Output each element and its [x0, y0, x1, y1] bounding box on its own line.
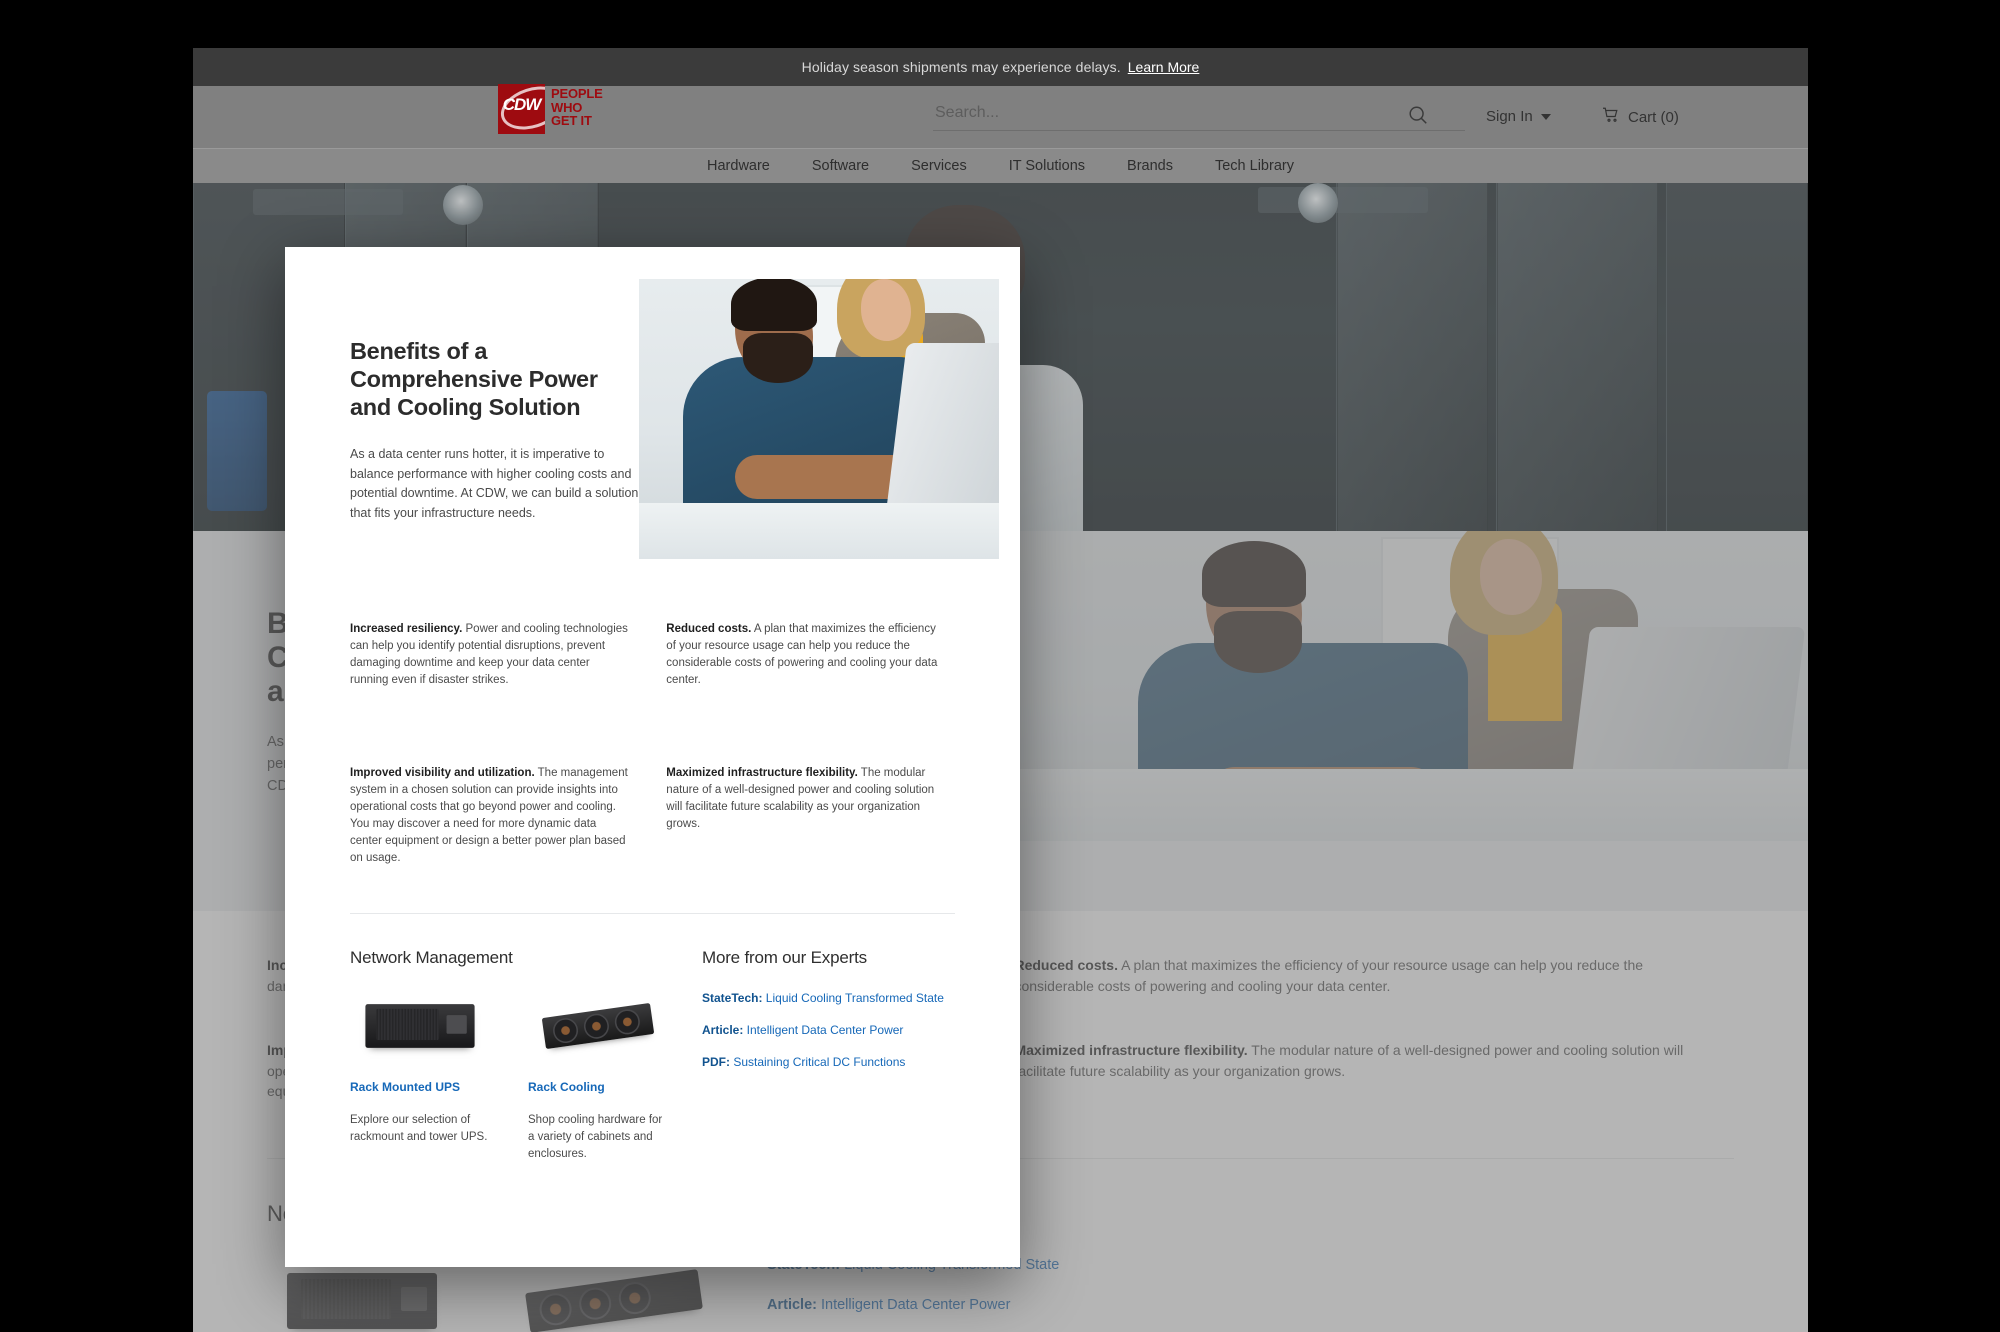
- expert-link-article[interactable]: Article: Intelligent Data Center Power: [767, 1295, 1097, 1315]
- expert-link-label: Liquid Cooling Transformed State: [762, 991, 944, 1005]
- expert-link-prefix: Article:: [702, 1023, 744, 1037]
- modal-experts-section: More from our Experts StateTech: Liquid …: [702, 948, 952, 1163]
- benefit-title: Improved visibility and utilization.: [350, 767, 535, 779]
- primary-navigation: Hardware Software Services IT Solutions …: [193, 148, 1808, 183]
- announcement-bar: Holiday season shipments may experience …: [193, 48, 1808, 86]
- modal-heading-line-3: and Cooling Solution: [350, 394, 581, 420]
- logo-tagline-line-1: PEOPLE: [551, 86, 603, 101]
- article-preview-modal: Benefits of a Comprehensive Power and Co…: [285, 247, 1020, 1267]
- rack-cooling-image: [528, 990, 668, 1062]
- expert-link-prefix: StateTech:: [702, 991, 763, 1005]
- benefit-title: Reduced costs.: [666, 623, 752, 635]
- article-hero-photo: [1018, 531, 1808, 841]
- announcement-learn-more-link[interactable]: Learn More: [1128, 59, 1200, 75]
- expert-link-pdf[interactable]: PDF: Sustaining Critical DC Functions: [702, 1054, 952, 1070]
- benefit-body: The management system in a chosen soluti…: [350, 767, 628, 864]
- benefit-title: Reduced costs.: [1014, 957, 1118, 973]
- modal-hero-photo: [639, 279, 999, 559]
- nav-item-hardware[interactable]: Hardware: [707, 158, 770, 174]
- modal-heading-line-2: Comprehensive Power: [350, 366, 598, 392]
- benefit-title: Maximized infrastructure flexibility.: [1014, 1042, 1248, 1058]
- modal-intro: As a data center runs hotter, it is impe…: [350, 447, 639, 520]
- modal-hero-text: Benefits of a Comprehensive Power and Co…: [350, 337, 650, 523]
- modal-content: Benefits of a Comprehensive Power and Co…: [306, 269, 999, 1246]
- modal-network-management-heading: Network Management: [350, 948, 513, 967]
- cart-button[interactable]: Cart (0): [1601, 106, 1679, 128]
- logo-tagline-line-3: GET IT: [551, 113, 592, 128]
- modal-benefits-row-2: Improved visibility and utilization. The…: [350, 765, 955, 867]
- expert-link-prefix: Article:: [767, 1296, 817, 1313]
- logo-tagline-line-2: WHO: [551, 99, 583, 115]
- product-card[interactable]: Rack Mounted UPS Explore our selection o…: [350, 990, 490, 1163]
- benefit-maximized-flexibility: Maximized infrastructure flexibility. Th…: [1014, 1040, 1703, 1102]
- nav-item-brands[interactable]: Brands: [1127, 158, 1173, 174]
- announcement-text: Holiday season shipments may experience …: [801, 59, 1121, 75]
- site-header: CDW PEOPLE WHO GET IT Sign In: [193, 84, 1808, 148]
- chevron-down-icon: [1540, 113, 1551, 120]
- modal-experts-link-list: StateTech: Liquid Cooling Transformed St…: [702, 990, 952, 1070]
- sign-in-menu[interactable]: Sign In: [1486, 108, 1551, 125]
- benefit-title: Maximized infrastructure flexibility.: [666, 767, 858, 779]
- nav-item-tech-library[interactable]: Tech Library: [1215, 158, 1294, 174]
- product-title[interactable]: Rack Cooling: [528, 1080, 668, 1094]
- cart-icon: [1601, 106, 1620, 128]
- cdw-logo-tagline: PEOPLE WHO GET IT: [551, 87, 603, 128]
- benefit-reduced-costs: Reduced costs. A plan that maximizes the…: [1014, 955, 1703, 996]
- cdw-logo-badge: CDW: [498, 84, 545, 134]
- search-icon[interactable]: [1407, 104, 1429, 131]
- modal-benefit-improved-visibility: Improved visibility and utilization. The…: [350, 765, 628, 867]
- product-card[interactable]: Rack Cooling Shop cooling hardware for a…: [528, 990, 668, 1163]
- modal-experts-heading: More from our Experts: [702, 948, 867, 967]
- expert-link-article[interactable]: Article: Intelligent Data Center Power: [702, 1022, 952, 1038]
- product-title[interactable]: Rack Mounted UPS: [350, 1080, 490, 1094]
- expert-link-prefix: PDF:: [702, 1055, 730, 1069]
- modal-benefits-section: Increased resiliency. Power and cooling …: [306, 621, 999, 867]
- modal-lower-section: Network Management Rack Mounted UPS Expl…: [306, 914, 999, 1163]
- modal-hero: Benefits of a Comprehensive Power and Co…: [306, 269, 999, 587]
- product-description: Shop cooling hardware for a variety of c…: [528, 1114, 663, 1160]
- expert-link-label: Intelligent Data Center Power: [743, 1023, 904, 1037]
- search-input[interactable]: [933, 100, 1465, 131]
- cdw-logo[interactable]: CDW PEOPLE WHO GET IT: [498, 84, 603, 134]
- sign-in-label: Sign In: [1486, 108, 1533, 125]
- expert-link-label: Intelligent Data Center Power: [816, 1296, 1011, 1313]
- expert-link-statetech[interactable]: StateTech: Liquid Cooling Transformed St…: [702, 990, 952, 1006]
- cart-label: Cart (0): [1628, 108, 1679, 126]
- modal-heading: Benefits of a Comprehensive Power and Co…: [350, 337, 650, 421]
- product-description: Explore our selection of rackmount and t…: [350, 1114, 488, 1143]
- nav-item-it-solutions[interactable]: IT Solutions: [1009, 158, 1085, 174]
- modal-network-management-section: Network Management Rack Mounted UPS Expl…: [350, 948, 680, 1163]
- nav-item-services[interactable]: Services: [911, 158, 967, 174]
- cdw-logo-mark: CDW: [502, 95, 542, 114]
- modal-benefit-increased-resiliency: Increased resiliency. Power and cooling …: [350, 621, 628, 689]
- search-container: [933, 100, 1465, 131]
- benefit-title: Increased resiliency.: [350, 623, 463, 635]
- modal-heading-line-1: Benefits of a: [350, 338, 488, 364]
- modal-benefit-reduced-costs: Reduced costs. A plan that maximizes the…: [666, 621, 944, 689]
- modal-benefit-maximized-flexibility: Maximized infrastructure flexibility. Th…: [666, 765, 944, 867]
- nav-item-software[interactable]: Software: [812, 158, 869, 174]
- modal-product-list: Rack Mounted UPS Explore our selection o…: [350, 990, 680, 1163]
- rack-mounted-ups-image: [350, 990, 490, 1062]
- expert-link-label: Sustaining Critical DC Functions: [730, 1055, 906, 1069]
- modal-benefits-row-1: Increased resiliency. Power and cooling …: [350, 621, 955, 689]
